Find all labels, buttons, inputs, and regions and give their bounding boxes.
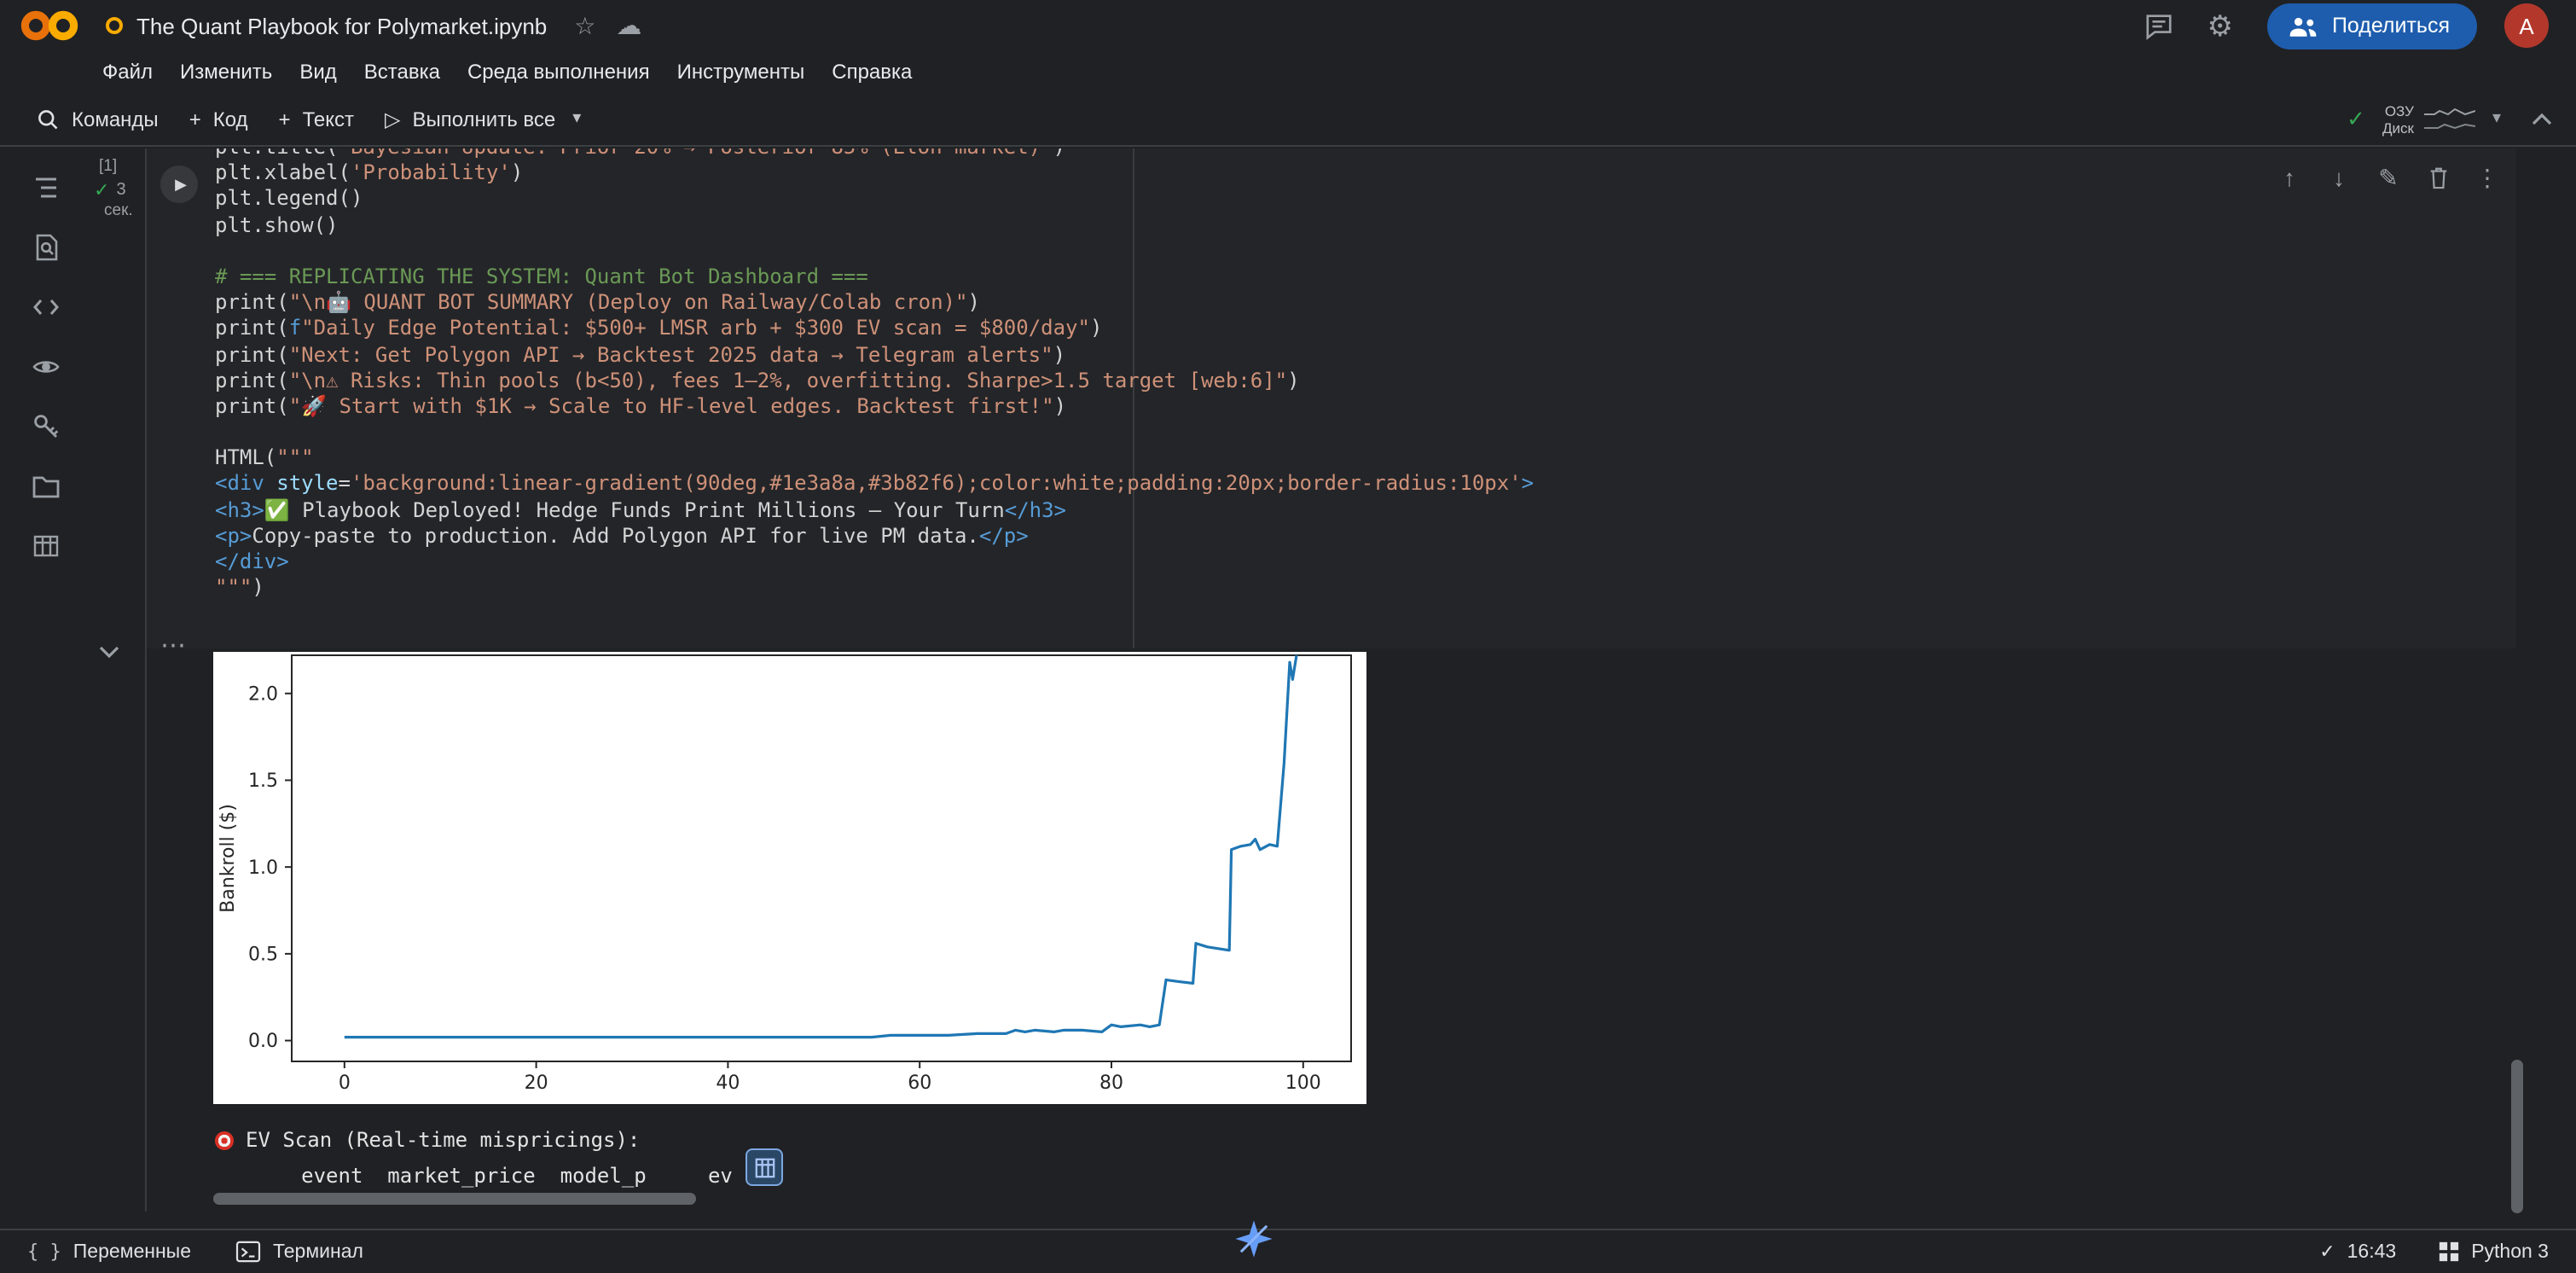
menu-edit[interactable]: Изменить <box>166 60 286 84</box>
star-icon[interactable]: ☆ <box>574 14 595 38</box>
vertical-scrollbar-thumb[interactable] <box>2511 1060 2523 1213</box>
run-cell-button[interactable]: ▶ <box>160 166 198 203</box>
play-icon: ▶ <box>175 175 187 192</box>
svg-text:0.5: 0.5 <box>248 944 278 965</box>
svg-text:60: 60 <box>908 1072 931 1094</box>
status-right: ✓ 16:43 Python 3 <box>2319 1241 2549 1263</box>
svg-text:Bankroll ($): Bankroll ($) <box>218 804 239 913</box>
header-top-row: The Quant Playbook for Polymarket.ipynb … <box>0 0 2576 51</box>
svg-text:2.0: 2.0 <box>248 683 278 705</box>
dart-icon <box>215 1131 234 1149</box>
collapse-header-icon[interactable] <box>2532 112 2552 125</box>
svg-text:80: 80 <box>1099 1072 1123 1094</box>
code-lines[interactable]: plt.title('Bayesian Update: Prior 20% → … <box>215 148 1534 602</box>
kernel-grid-icon <box>2439 1241 2458 1262</box>
braces-icon: { } <box>27 1241 61 1263</box>
resource-sparkline-icon <box>2423 107 2475 129</box>
find-replace-icon[interactable] <box>27 229 65 266</box>
bankroll-chart-svg: 0.0 0.5 1.0 1.5 2.0 0 20 40 60 80 100 Bankroll ($) <box>218 654 1352 1094</box>
secrets-key-icon[interactable] <box>27 408 65 445</box>
comment-icon[interactable] <box>2144 11 2173 40</box>
execution-count: [1] <box>99 157 118 176</box>
share-button[interactable]: Поделиться <box>2266 3 2477 49</box>
disk-label: Диск <box>2382 119 2414 136</box>
menu-bar: Файл Изменить Вид Вставка Среда выполнен… <box>0 51 2576 92</box>
horizontal-scrollbar-thumb[interactable] <box>213 1193 696 1205</box>
plus-icon: + <box>189 107 201 131</box>
last-execution-time: ✓ 16:43 <box>2319 1241 2397 1263</box>
people-icon <box>2289 16 2317 36</box>
svg-text:0: 0 <box>339 1072 351 1094</box>
terminal-icon <box>235 1241 261 1263</box>
colab-app: The Quant Playbook for Polymarket.ipynb … <box>0 0 2576 1273</box>
table-grid-icon <box>754 1157 775 1177</box>
table-header-text: event market_price model_p ev <box>215 1164 733 1188</box>
execution-status: ✓ 3 <box>94 179 126 201</box>
status-bar: { } Переменные Терминал ✓ 16:43 Python 3 <box>0 1220 2576 1273</box>
menu-file[interactable]: Файл <box>89 60 166 84</box>
cloud-saved-icon: ☁ ✓ <box>616 11 642 40</box>
colab-logo[interactable] <box>20 9 78 43</box>
run-all-icon: ▷ <box>385 107 401 131</box>
svg-text:1.0: 1.0 <box>248 857 278 879</box>
ev-scan-line: EV Scan (Real-time mispricings): <box>215 1128 640 1152</box>
menu-tools[interactable]: Инструменты <box>664 60 819 84</box>
output-more-actions-icon[interactable]: ⋯ <box>160 630 188 660</box>
status-check-icon: ✓ <box>2319 1242 2335 1263</box>
toolbar-right: ✓ ОЗУ Диск ▾ <box>2347 102 2552 136</box>
kernel-selector[interactable]: Python 3 <box>2437 1241 2549 1263</box>
settings-gear-icon[interactable]: ⚙ <box>2207 11 2233 40</box>
menu-runtime[interactable]: Среда выполнения <box>454 60 664 84</box>
execution-ok-icon: ✓ <box>2347 105 2365 131</box>
table-of-contents-icon[interactable] <box>27 169 65 206</box>
inspector-icon[interactable] <box>27 348 65 386</box>
run-all-caret-icon[interactable]: ▾ <box>572 109 581 128</box>
cell-toolbar: ↑ ↓ ✎ ⋮ <box>2276 164 2501 191</box>
gemini-spark-icon[interactable] <box>1232 1217 1276 1261</box>
svg-text:40: 40 <box>716 1072 740 1094</box>
edit-cell-icon[interactable]: ✎ <box>2375 164 2402 191</box>
cell-output-chart: 0.0 0.5 1.0 1.5 2.0 0 20 40 60 80 100 Bankroll ($) <box>213 652 1366 1104</box>
search-icon <box>38 109 58 129</box>
commands-button[interactable]: Команды <box>20 96 174 141</box>
svg-text:1.5: 1.5 <box>248 770 278 792</box>
code-editor[interactable]: plt.title('Bayesian Update: Prior 20% → … <box>147 148 2516 648</box>
resources-caret-icon[interactable]: ▾ <box>2492 109 2501 128</box>
menu-view[interactable]: Вид <box>286 60 350 84</box>
svg-text:0.0: 0.0 <box>248 1031 278 1052</box>
execution-time-unit: сек. <box>104 201 133 220</box>
collapse-output-icon[interactable] <box>99 645 119 659</box>
move-cell-down-icon[interactable]: ↓ <box>2325 164 2353 191</box>
ram-label: ОЗУ <box>2384 102 2414 119</box>
notebook-title[interactable]: The Quant Playbook for Polymarket.ipynb <box>136 13 547 38</box>
notebook-icon <box>106 17 123 34</box>
ev-scan-text: EV Scan (Real-time mispricings): <box>246 1128 641 1152</box>
resources-indicator[interactable]: ОЗУ Диск <box>2382 102 2475 136</box>
variables-button[interactable]: { } Переменные <box>27 1241 191 1263</box>
cell-more-actions-icon[interactable]: ⋮ <box>2474 164 2501 191</box>
share-label: Поделиться <box>2331 14 2450 38</box>
svg-text:20: 20 <box>525 1072 548 1094</box>
move-cell-up-icon[interactable]: ↑ <box>2276 164 2303 191</box>
menu-insert[interactable]: Вставка <box>351 60 454 84</box>
interactive-table-button[interactable] <box>746 1148 783 1186</box>
files-folder-icon[interactable] <box>27 468 65 505</box>
code-snippets-icon[interactable] <box>27 288 65 326</box>
add-code-button[interactable]: + Код <box>174 96 264 141</box>
execution-check-icon: ✓ <box>94 181 110 201</box>
svg-text:100: 100 <box>1285 1072 1321 1094</box>
plus-icon: + <box>278 107 291 131</box>
delete-cell-icon[interactable] <box>2424 164 2451 191</box>
run-all-button[interactable]: ▷ Выполнить все ▾ <box>369 96 596 141</box>
left-sidebar <box>0 148 92 565</box>
add-text-button[interactable]: + Текст <box>264 96 369 141</box>
templates-table-icon[interactable] <box>27 527 65 565</box>
menu-help[interactable]: Справка <box>818 60 925 84</box>
notebook-toolbar: Команды + Код + Текст ▷ Выполнить все ▾ … <box>0 92 2576 147</box>
avatar[interactable]: A <box>2504 3 2549 48</box>
terminal-button[interactable]: Терминал <box>235 1241 363 1263</box>
execution-time-value: 3 <box>116 181 126 200</box>
